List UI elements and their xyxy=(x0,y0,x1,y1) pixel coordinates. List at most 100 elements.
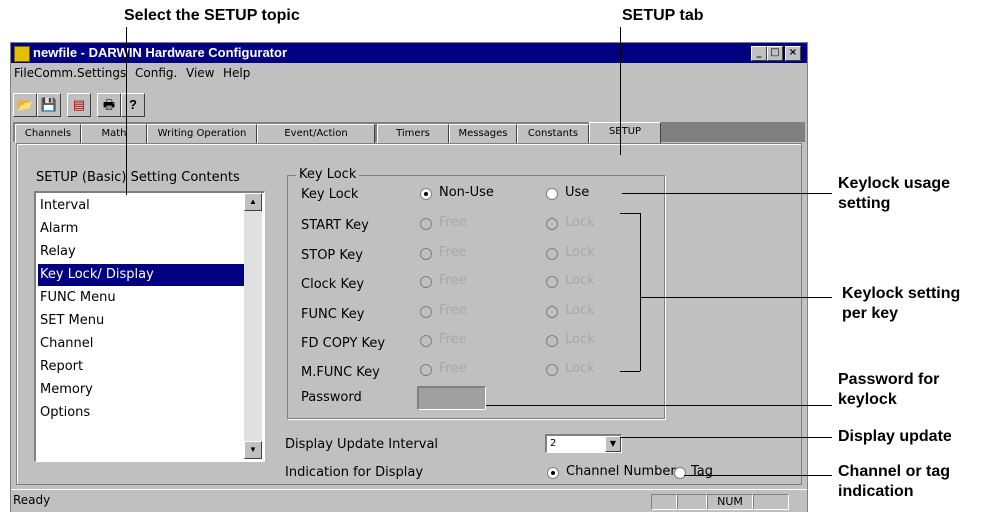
save-icon[interactable]: 💾 xyxy=(37,93,61,117)
list-item[interactable]: Report xyxy=(38,356,247,378)
fd-copy-key-lock-radio[interactable] xyxy=(546,335,558,347)
open-folder-icon[interactable]: 📂 xyxy=(13,93,37,117)
list-item[interactable]: Alarm xyxy=(38,218,247,240)
tab-timers[interactable]: Timers xyxy=(377,124,449,143)
title-bar: newfile - DARWIN Hardware Configurator _… xyxy=(11,43,807,63)
tab-constants[interactable]: Constants xyxy=(517,124,589,143)
display-update-value: 2 xyxy=(550,438,557,449)
maximize-button[interactable]: □ xyxy=(767,46,783,61)
stop-key-lock-label: Lock xyxy=(565,245,595,260)
leader-line xyxy=(622,193,832,194)
clock-key-free-label: Free xyxy=(439,273,467,288)
status-bar: Ready NUM xyxy=(11,489,807,512)
keylock-group xyxy=(287,175,665,419)
tab-event-action[interactable]: Event/Action xyxy=(257,124,375,143)
callout-display-update: Display update xyxy=(838,428,952,445)
leader-line xyxy=(486,405,832,406)
help-icon[interactable]: ? xyxy=(121,93,145,117)
print-icon[interactable]: 🖶 xyxy=(97,93,121,117)
start-key-free-label: Free xyxy=(439,215,467,230)
tab-setup[interactable]: SETUP xyxy=(589,122,661,145)
list-item[interactable]: FUNC Menu xyxy=(38,287,247,309)
list-item[interactable]: SET Menu xyxy=(38,310,247,332)
tab-messages[interactable]: Messages xyxy=(449,124,517,143)
menu-config[interactable]: Config. xyxy=(135,66,177,80)
status-text: Ready xyxy=(13,493,51,507)
close-button[interactable]: × xyxy=(785,46,801,61)
leader-line xyxy=(126,27,127,195)
fd-copy-key-free-label: Free xyxy=(439,332,467,347)
leader-line xyxy=(620,27,621,155)
channel-number-label: Channel Number xyxy=(566,464,676,479)
start-key-free-radio[interactable] xyxy=(420,218,432,230)
window-title: newfile - DARWIN Hardware Configurator xyxy=(33,45,288,60)
display-update-label: Display Update Interval xyxy=(285,437,439,452)
non-use-label: Non-Use xyxy=(439,185,494,200)
clock-key-free-radio[interactable] xyxy=(420,276,432,288)
leader-line xyxy=(640,297,832,298)
clock-key-label: Clock Key xyxy=(301,277,365,292)
scroll-down-icon[interactable]: ▼ xyxy=(244,441,262,459)
menu-help[interactable]: Help xyxy=(223,66,250,80)
start-key-lock-radio[interactable] xyxy=(546,218,558,230)
password-field[interactable] xyxy=(417,386,486,410)
m-func-key-free-radio[interactable] xyxy=(420,364,432,376)
keylock-group-title: Key Lock xyxy=(296,167,360,182)
m-func-key-lock-radio[interactable] xyxy=(546,364,558,376)
indication-label: Indication for Display xyxy=(285,465,424,480)
keylock-row-label: Key Lock xyxy=(301,187,359,202)
status-num: NUM xyxy=(707,494,753,510)
list-scrollbar[interactable]: ▲ ▼ xyxy=(244,193,262,459)
stop-key-free-label: Free xyxy=(439,245,467,260)
start-key-label: START Key xyxy=(301,218,369,233)
fd-copy-key-lock-label: Lock xyxy=(565,332,595,347)
tab-writing-operation[interactable]: Writing Operation xyxy=(147,124,257,143)
tab-math[interactable]: Math xyxy=(81,124,147,143)
clock-key-lock-label: Lock xyxy=(565,273,595,288)
clock-key-lock-radio[interactable] xyxy=(546,276,558,288)
callout-channel-tag: Channel or tag indication xyxy=(838,462,950,502)
stop-key-free-radio[interactable] xyxy=(420,248,432,260)
func-key-lock-radio[interactable] xyxy=(546,306,558,318)
callout-setup-tab: SETUP tab xyxy=(622,7,704,24)
list-item-selected[interactable]: Key Lock/ Display xyxy=(38,264,247,286)
list-item[interactable]: Options xyxy=(38,402,247,424)
setup-topic-list[interactable]: Interval Alarm Relay Key Lock/ Display F… xyxy=(34,191,265,462)
menu-comm[interactable]: Comm. xyxy=(34,66,77,80)
tab-channels[interactable]: Channels xyxy=(15,124,81,143)
fd-copy-key-label: FD COPY Key xyxy=(301,336,386,351)
status-pane xyxy=(677,494,707,510)
stop-key-lock-radio[interactable] xyxy=(546,248,558,260)
non-use-radio[interactable] xyxy=(420,188,432,200)
func-key-lock-label: Lock xyxy=(565,303,595,318)
callout-line: per key xyxy=(842,305,899,322)
list-item[interactable]: Relay xyxy=(38,241,247,263)
callout-line: Channel or tag xyxy=(838,463,951,480)
list-item[interactable]: Channel xyxy=(38,333,247,355)
func-key-free-radio[interactable] xyxy=(420,306,432,318)
leader-line xyxy=(620,371,640,372)
scroll-up-icon[interactable]: ▲ xyxy=(244,193,262,211)
tag-radio[interactable] xyxy=(674,467,686,479)
status-pane xyxy=(651,494,677,510)
menu-settings[interactable]: Settings xyxy=(77,66,126,80)
menu-file[interactable]: File xyxy=(14,66,34,80)
func-key-label: FUNC Key xyxy=(301,307,365,322)
display-update-select[interactable]: 2 ▼ xyxy=(545,434,622,453)
setup-list-heading: SETUP (Basic) Setting Contents xyxy=(36,170,240,185)
leader-line xyxy=(640,213,641,371)
minimize-button[interactable]: _ xyxy=(751,46,767,61)
use-radio[interactable] xyxy=(546,188,558,200)
callout-line: Keylock usage xyxy=(838,175,951,192)
callout-line: setting xyxy=(838,195,891,212)
transfer-icon[interactable]: ▤ xyxy=(67,93,91,117)
callout-select-topic: Select the SETUP topic xyxy=(124,7,300,24)
leader-line xyxy=(620,213,640,214)
menu-view[interactable]: View xyxy=(186,66,214,80)
fd-copy-key-free-radio[interactable] xyxy=(420,335,432,347)
chevron-down-icon[interactable]: ▼ xyxy=(605,436,621,452)
channel-number-radio[interactable] xyxy=(547,467,559,479)
list-item[interactable]: Memory xyxy=(38,379,247,401)
func-key-free-label: Free xyxy=(439,303,467,318)
list-item[interactable]: Interval xyxy=(38,195,247,217)
